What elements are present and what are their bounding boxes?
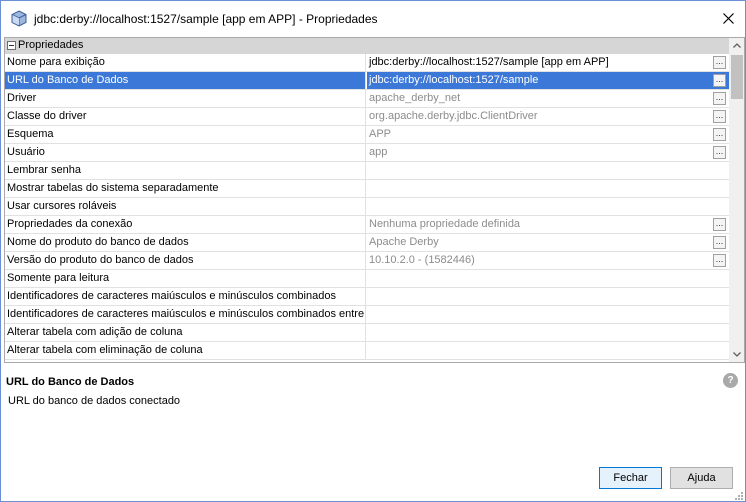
ellipsis-button[interactable]: ... <box>713 110 726 123</box>
property-name: Propriedades da conexão <box>5 216 366 233</box>
property-value[interactable]: jdbc:derby://localhost:1527/sample [app … <box>367 54 729 71</box>
property-row[interactable]: Esquema APP... <box>5 126 729 144</box>
help-button[interactable]: Ajuda <box>670 467 733 489</box>
property-rows: Nome para exibição jdbc:derby://localhost… <box>5 54 729 360</box>
close-window-button[interactable] <box>713 5 743 31</box>
database-cube-icon <box>11 10 27 27</box>
property-name: Identificadores de caracteres maiúsculos… <box>5 288 366 305</box>
ellipsis-button[interactable]: ... <box>713 146 726 159</box>
resize-grip-icon[interactable] <box>734 491 744 501</box>
property-sheet: Propriedades Nome para exibição jdbc:derb… <box>4 37 745 363</box>
property-row[interactable]: Mostrar tabelas do sistema separadamente <box>5 180 729 198</box>
collapse-toggle-icon[interactable] <box>7 41 16 50</box>
property-row[interactable]: Alterar tabela com adição de coluna <box>5 324 729 342</box>
property-value-cell <box>367 198 729 215</box>
property-row[interactable]: Nome para exibição jdbc:derby://localhost… <box>5 54 729 72</box>
ellipsis-button[interactable]: ... <box>713 74 726 87</box>
property-value-cell <box>367 162 729 179</box>
properties-dialog: jdbc:derby://localhost:1527/sample [app … <box>0 0 746 502</box>
property-row[interactable]: Versão do produto do banco de dados 10.10… <box>5 252 729 270</box>
category-header-properties[interactable]: Propriedades <box>5 38 729 54</box>
property-name: Usuário <box>5 144 366 161</box>
property-name: Driver <box>5 90 366 107</box>
help-icon[interactable]: ? <box>723 373 738 388</box>
property-row[interactable]: Driver apache_derby_net... <box>5 90 729 108</box>
property-value-cell <box>367 324 729 341</box>
property-row[interactable]: Nome do produto do banco de dados Apache … <box>5 234 729 252</box>
ellipsis-button[interactable]: ... <box>713 56 726 69</box>
category-label: Propriedades <box>18 39 84 51</box>
property-row[interactable]: Classe do driver org.apache.derby.jdbc.Cl… <box>5 108 729 126</box>
property-row[interactable]: Identificadores de caracteres maiúsculos… <box>5 288 729 306</box>
property-value: app <box>369 146 388 158</box>
vertical-scrollbar[interactable] <box>729 38 745 362</box>
property-name: Classe do driver <box>5 108 366 125</box>
property-name: Somente para leitura <box>5 270 366 287</box>
property-value-cell <box>367 306 729 323</box>
ellipsis-button[interactable]: ... <box>713 236 726 249</box>
property-row[interactable]: Identificadores de caracteres maiúsculos… <box>5 306 729 324</box>
property-name: Identificadores de caracteres maiúsculos… <box>5 306 366 323</box>
property-name: Alterar tabela com adição de coluna <box>5 324 366 341</box>
property-name: Nome do produto do banco de dados <box>5 234 366 251</box>
property-value: jdbc:derby://localhost:1527/sample <box>367 72 729 89</box>
scrollbar-thumb[interactable] <box>731 55 743 99</box>
property-name: Versão do produto do banco de dados <box>5 252 366 269</box>
property-value: 10.10.2.0 - (1582446) <box>369 254 475 266</box>
property-row[interactable]: Alterar tabela com eliminação de coluna <box>5 342 729 360</box>
scroll-down-icon[interactable] <box>729 346 745 362</box>
property-name: Mostrar tabelas do sistema separadamente <box>5 180 366 197</box>
property-name: Alterar tabela com eliminação de coluna <box>5 342 366 359</box>
property-value: org.apache.derby.jdbc.ClientDriver <box>369 110 538 122</box>
property-value: Nenhuma propriedade definida <box>369 218 521 230</box>
property-value-cell <box>367 342 729 359</box>
description-text: URL do banco de dados conectado <box>8 395 181 407</box>
property-row[interactable]: URL do Banco de Dados jdbc:derby://localh… <box>5 72 729 90</box>
property-name: Nome para exibição <box>5 54 366 71</box>
description-title: URL do Banco de Dados <box>6 376 135 388</box>
ellipsis-button[interactable]: ... <box>713 92 726 105</box>
close-icon <box>722 12 734 24</box>
close-button[interactable]: Fechar <box>599 467 662 489</box>
property-name: URL do Banco de Dados <box>5 72 366 89</box>
property-row[interactable]: Lembrar senha <box>5 162 729 180</box>
property-value: Apache Derby <box>369 236 439 248</box>
property-row[interactable]: Usar cursores roláveis <box>5 198 729 216</box>
property-value: APP <box>369 128 392 140</box>
property-value-cell <box>367 270 729 287</box>
ellipsis-button[interactable]: ... <box>713 254 726 267</box>
property-value: apache_derby_net <box>369 92 461 104</box>
property-row[interactable]: Usuário app... <box>5 144 729 162</box>
window-title: jdbc:derby://localhost:1527/sample [app … <box>34 12 378 26</box>
property-row[interactable]: Somente para leitura <box>5 270 729 288</box>
title-bar: jdbc:derby://localhost:1527/sample [app … <box>1 1 745 37</box>
property-name: Usar cursores roláveis <box>5 198 366 215</box>
property-value-cell <box>367 288 729 305</box>
property-name: Lembrar senha <box>5 162 366 179</box>
property-name: Esquema <box>5 126 366 143</box>
ellipsis-button[interactable]: ... <box>713 128 726 141</box>
property-value-cell <box>367 180 729 197</box>
scroll-up-icon[interactable] <box>729 38 745 54</box>
property-row[interactable]: Propriedades da conexão Nenhuma proprieda… <box>5 216 729 234</box>
ellipsis-button[interactable]: ... <box>713 218 726 231</box>
